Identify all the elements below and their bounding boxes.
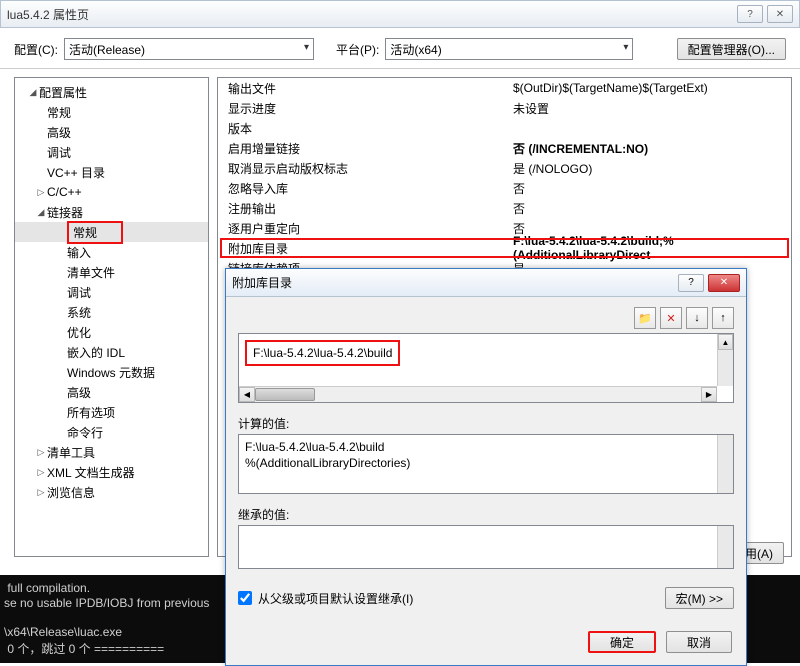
tree-item[interactable]: VC++ 目录 <box>15 162 208 182</box>
tree-item[interactable]: 嵌入的 IDL <box>15 342 208 362</box>
ok-button[interactable]: 确定 <box>588 631 656 653</box>
tree-item[interactable]: 命令行 <box>15 422 208 442</box>
property-value: $(OutDir)$(TargetName)$(TargetExt) <box>513 81 791 95</box>
property-key: 版本 <box>218 120 513 137</box>
path-entry[interactable]: F:\lua-5.4.2\lua-5.4.2\build <box>245 340 400 366</box>
macro-button[interactable]: 宏(M) >> <box>665 587 734 609</box>
tree-item[interactable]: 高级 <box>15 382 208 402</box>
config-select[interactable]: 活动(Release) <box>64 38 314 60</box>
property-key: 显示进度 <box>218 100 513 117</box>
scrollbar-vertical[interactable] <box>717 526 733 568</box>
config-label: 配置(C): <box>14 41 58 58</box>
property-value: 是 (/NOLOGO) <box>513 160 791 177</box>
property-key: 启用增量链接 <box>218 140 513 157</box>
tree-item[interactable]: 清单文件 <box>15 262 208 282</box>
config-tree[interactable]: ◢配置属性 常规 高级 调试 VC++ 目录 ▷C/C++ ◢链接器 常规 输入… <box>14 77 209 557</box>
tree-item[interactable]: 调试 <box>15 142 208 162</box>
tree-item[interactable]: 输入 <box>15 242 208 262</box>
dialog-title: 附加库目录 <box>232 274 678 291</box>
property-value: 否 <box>513 180 791 197</box>
tree-item[interactable]: ▷清单工具 <box>15 442 208 462</box>
property-row[interactable]: 显示进度未设置 <box>218 98 791 118</box>
property-key: 忽略导入库 <box>218 180 513 197</box>
property-row[interactable]: 附加库目录F:\lua-5.4.2\lua-5.4.2\build;%(Addi… <box>218 238 791 258</box>
computed-label: 计算的值: <box>238 415 734 432</box>
property-key: 取消显示启动版权标志 <box>218 160 513 177</box>
additional-lib-dirs-dialog: 附加库目录 ? ✕ 📁 ✕ ↓ ↑ F:\lua-5.4.2\lua-5.4.2… <box>225 268 747 666</box>
property-key: 注册输出 <box>218 200 513 217</box>
dialog-footer: 确定 取消 <box>226 621 746 665</box>
move-up-icon[interactable]: ↑ <box>712 307 734 329</box>
platform-select[interactable]: 活动(x64) <box>385 38 633 60</box>
tree-linker[interactable]: ◢链接器 <box>15 202 208 222</box>
config-toolbar: 配置(C): 活动(Release) 平台(P): 活动(x64) 配置管理器(… <box>0 28 800 69</box>
computed-values-box: F:\lua-5.4.2\lua-5.4.2\build %(Additiona… <box>238 434 734 494</box>
dialog-help-button[interactable]: ? <box>678 274 704 292</box>
tree-item[interactable]: ▷XML 文档生成器 <box>15 462 208 482</box>
property-value: 否 (/INCREMENTAL:NO) <box>513 140 791 157</box>
tree-item[interactable]: 所有选项 <box>15 402 208 422</box>
scroll-up-icon[interactable]: ▲ <box>718 334 733 350</box>
tree-linker-general[interactable]: 常规 <box>15 222 208 242</box>
scroll-left-icon[interactable]: ◀ <box>239 387 255 402</box>
cancel-button[interactable]: 取消 <box>666 631 732 653</box>
tree-item[interactable]: 系统 <box>15 302 208 322</box>
inherited-values-box <box>238 525 734 569</box>
property-row[interactable]: 忽略导入库否 <box>218 178 791 198</box>
dialog-close-button[interactable]: ✕ <box>708 274 740 292</box>
platform-label: 平台(P): <box>336 41 379 58</box>
scroll-right-icon[interactable]: ▶ <box>701 387 717 402</box>
property-row[interactable]: 版本 <box>218 118 791 138</box>
tree-item[interactable]: Windows 元数据 <box>15 362 208 382</box>
window-titlebar: lua5.4.2 属性页 ? ✕ <box>0 0 800 28</box>
tree-item[interactable]: ▷浏览信息 <box>15 482 208 502</box>
property-row[interactable]: 输出文件$(OutDir)$(TargetName)$(TargetExt) <box>218 78 791 98</box>
scroll-thumb[interactable] <box>255 388 315 401</box>
property-key: 附加库目录 <box>218 240 513 257</box>
paths-listbox[interactable]: F:\lua-5.4.2\lua-5.4.2\build ▲ ◀ ▶ <box>238 333 734 403</box>
close-button[interactable]: ✕ <box>767 5 793 23</box>
inherit-label: 从父级或项目默认设置继承(I) <box>258 590 413 607</box>
tree-item[interactable]: 高级 <box>15 122 208 142</box>
property-value: 否 <box>513 200 791 217</box>
config-manager-button[interactable]: 配置管理器(O)... <box>677 38 786 60</box>
tree-cc[interactable]: ▷C/C++ <box>15 182 208 202</box>
scrollbar-vertical[interactable] <box>717 435 733 493</box>
property-value: F:\lua-5.4.2\lua-5.4.2\build;%(Additiona… <box>513 234 791 262</box>
property-key: 输出文件 <box>218 80 513 97</box>
dialog-titlebar: 附加库目录 ? ✕ <box>226 269 746 297</box>
help-button[interactable]: ? <box>737 5 763 23</box>
scrollbar-vertical[interactable]: ▲ <box>717 334 733 386</box>
tree-item[interactable]: 调试 <box>15 282 208 302</box>
scrollbar-horizontal[interactable]: ◀ ▶ <box>239 386 717 402</box>
property-key: 逐用户重定向 <box>218 220 513 237</box>
inherit-checkbox[interactable] <box>238 591 252 605</box>
move-down-icon[interactable]: ↓ <box>686 307 708 329</box>
property-row[interactable]: 启用增量链接否 (/INCREMENTAL:NO) <box>218 138 791 158</box>
delete-icon[interactable]: ✕ <box>660 307 682 329</box>
dialog-icon-toolbar: 📁 ✕ ↓ ↑ <box>238 307 734 329</box>
tree-item[interactable]: 常规 <box>15 102 208 122</box>
property-row[interactable]: 注册输出否 <box>218 198 791 218</box>
window-title: lua5.4.2 属性页 <box>7 6 737 23</box>
inherited-label: 继承的值: <box>238 506 734 523</box>
new-folder-icon[interactable]: 📁 <box>634 307 656 329</box>
tree-item[interactable]: 优化 <box>15 322 208 342</box>
property-value: 未设置 <box>513 100 791 117</box>
tree-root[interactable]: ◢配置属性 <box>15 82 208 102</box>
property-row[interactable]: 取消显示启动版权标志是 (/NOLOGO) <box>218 158 791 178</box>
